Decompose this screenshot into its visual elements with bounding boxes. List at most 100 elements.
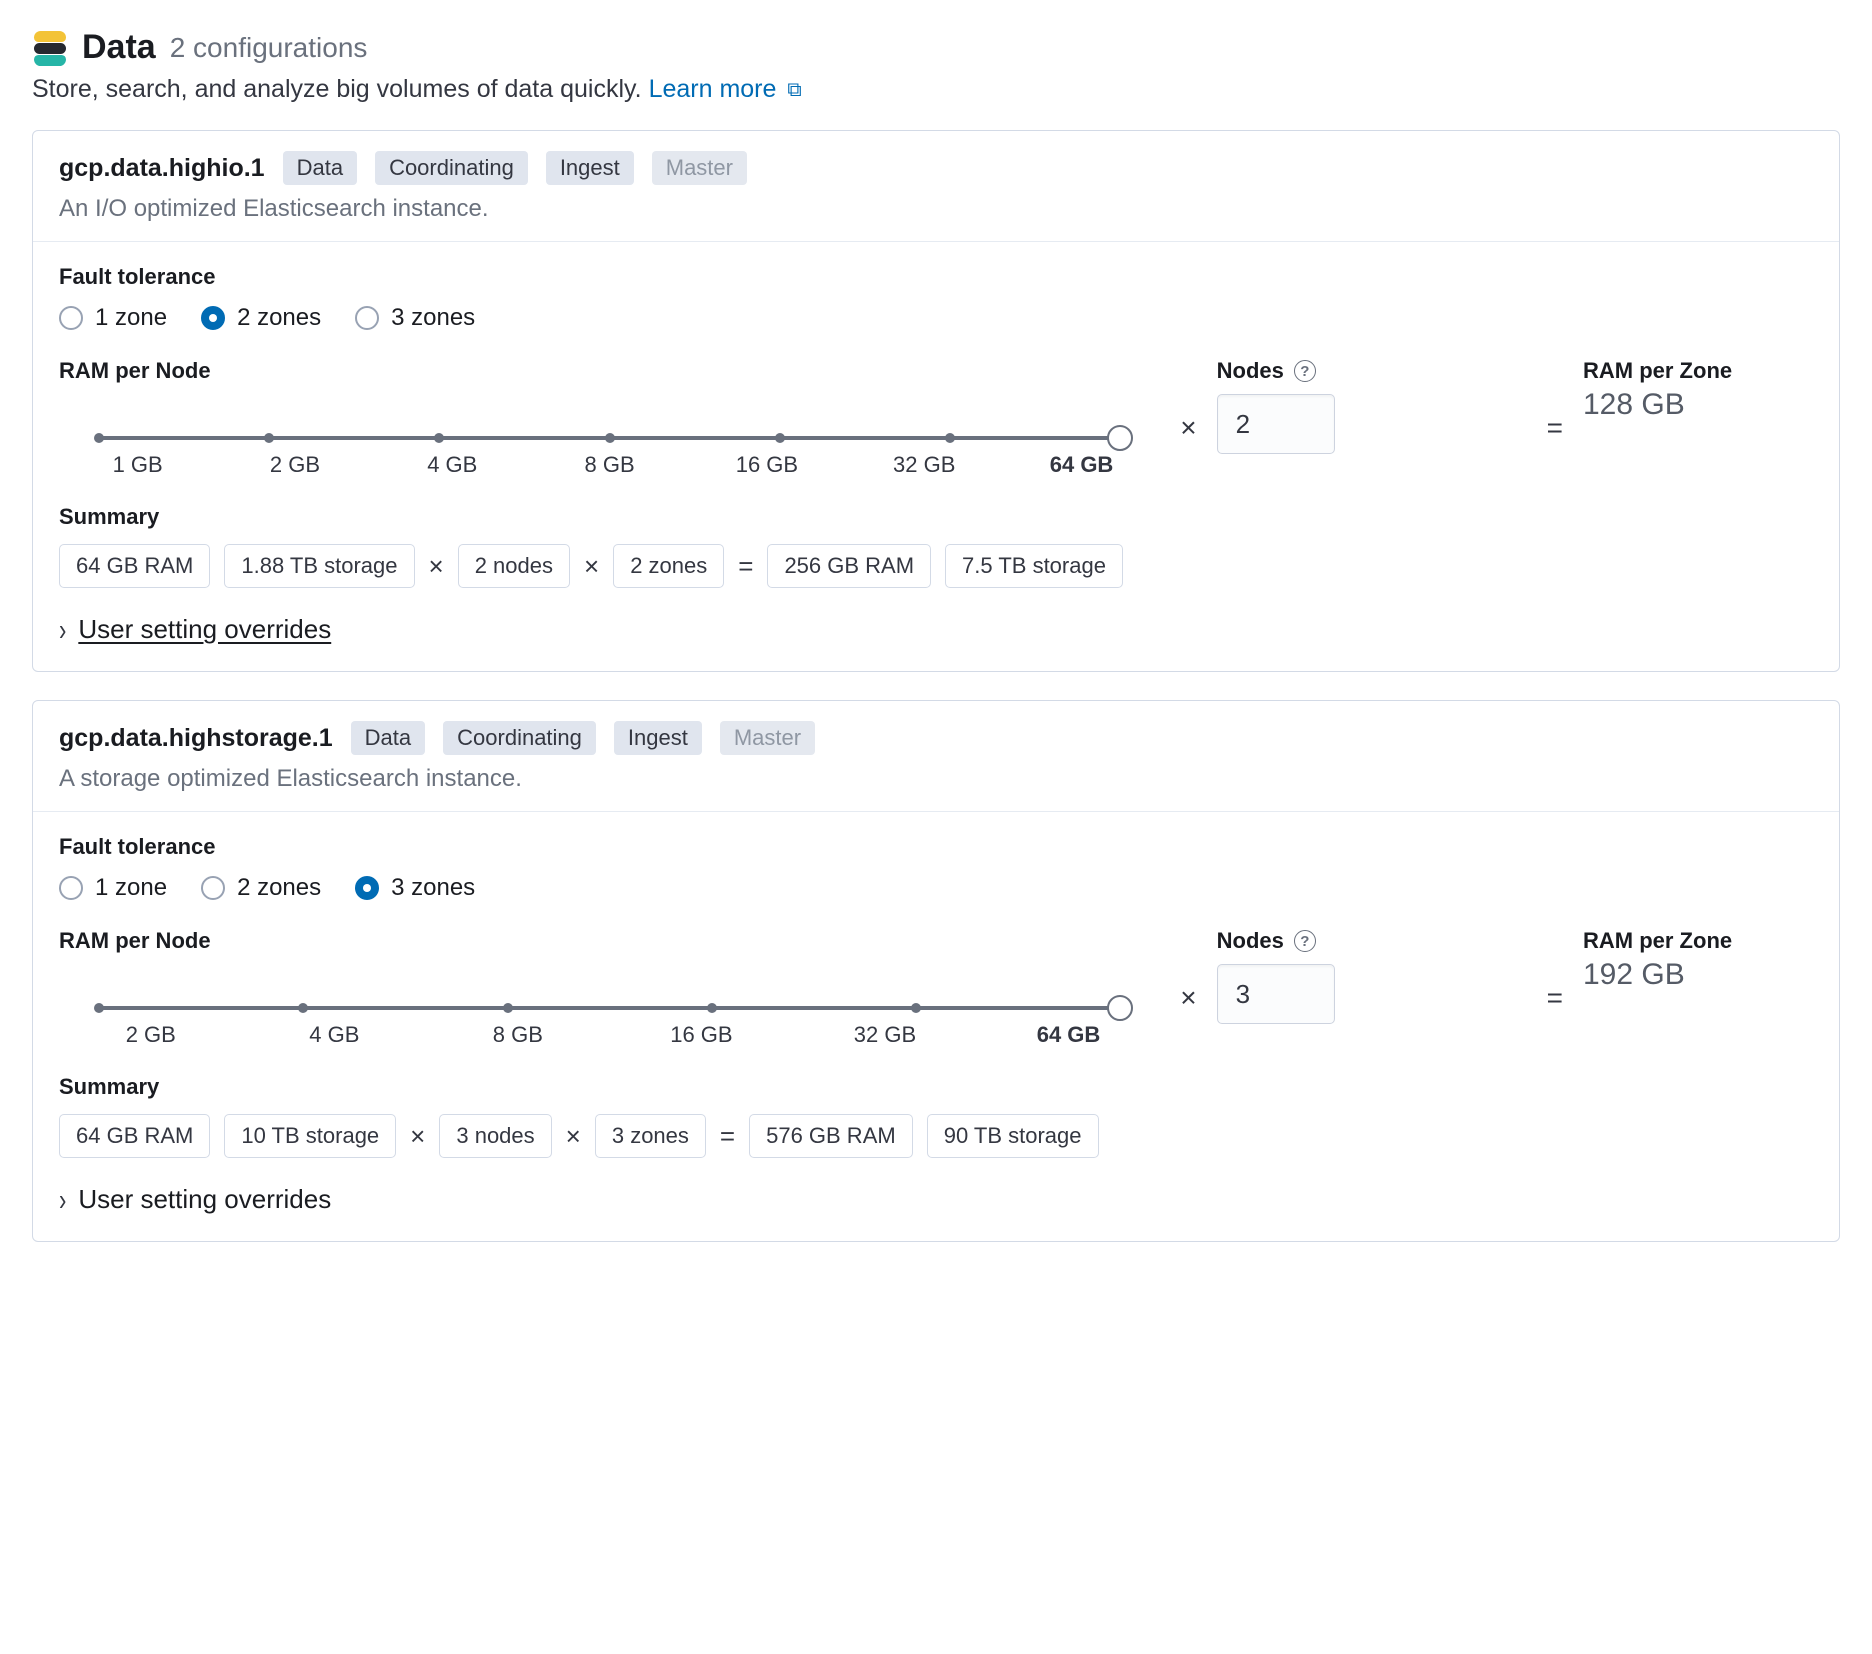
slider-value-label: 2 GB [216,452,373,478]
fault-tolerance-label: Fault tolerance [59,264,1813,290]
nodes-label: Nodes [1217,358,1284,384]
slider-tick-icon [434,433,444,443]
zone-radio-label: 2 zones [237,874,321,902]
help-icon[interactable]: ? [1294,360,1316,382]
slider-value-label: 16 GB [610,1022,794,1048]
slider-value-label: 16 GB [688,452,845,478]
summary-label: Summary [59,1074,1813,1100]
summary-storage-total: 90 TB storage [927,1114,1099,1158]
slider-tick-icon [503,1003,513,1013]
multiply-icon: × [1180,412,1196,444]
popout-icon: ⧉ [787,79,801,102]
zone-radio[interactable]: 3 zones [355,304,475,332]
page-subtitle-text: Store, search, and analyze big volumes o… [32,75,642,103]
slider-tick-icon [94,1003,104,1013]
equals-icon: = [720,1121,735,1152]
summary-label: Summary [59,504,1813,530]
nodes-input[interactable] [1217,394,1335,454]
zone-radio[interactable]: 3 zones [355,874,475,902]
multiply-icon: × [410,1121,425,1152]
slider-tick-icon [911,1003,921,1013]
role-badge: Ingest [614,721,702,755]
slider-value-label: 64 GB [1003,452,1160,478]
nodes-input[interactable] [1217,964,1335,1024]
slider-value-label: 2 GB [59,1022,243,1048]
summary-ram-each: 64 GB RAM [59,1114,210,1158]
radio-icon [201,876,225,900]
ram-per-zone-label: RAM per Zone [1583,358,1813,384]
summary-ram-total: 256 GB RAM [767,544,931,588]
radio-icon [59,306,83,330]
summary-nodes: 3 nodes [439,1114,551,1158]
zone-radio-label: 3 zones [391,874,475,902]
equals-icon: = [1547,412,1563,444]
role-badge: Master [652,151,747,185]
slider-value-label: 32 GB [846,452,1003,478]
zone-radio-label: 3 zones [391,304,475,332]
zone-radio[interactable]: 1 zone [59,304,167,332]
zone-radio-group: 1 zone 2 zones 3 zones [59,304,1813,332]
radio-icon [59,876,83,900]
multiply-icon: × [429,551,444,582]
help-icon[interactable]: ? [1294,930,1316,952]
summary-ram-each: 64 GB RAM [59,544,210,588]
nodes-label: Nodes [1217,928,1284,954]
ram-per-node-label: RAM per Node [59,358,1160,384]
slider-tick-icon [298,1003,308,1013]
summary-ram-total: 576 GB RAM [749,1114,913,1158]
slider-tick-icon [605,433,615,443]
chevron-right-icon: › [59,1181,66,1217]
user-setting-overrides-toggle[interactable]: › User setting overrides [59,614,1813,645]
radio-icon [355,876,379,900]
slider-tick-icon [707,1003,717,1013]
slider-value-label: 4 GB [374,452,531,478]
elastic-logo-icon [32,30,68,66]
overrides-label: User setting overrides [78,1184,331,1215]
slider-tick-icon [945,433,955,443]
zone-radio-label: 1 zone [95,304,167,332]
multiply-icon: × [1180,982,1196,1014]
role-badge: Data [351,721,425,755]
learn-more-text: Learn more [649,75,777,103]
zone-radio-label: 1 zone [95,874,167,902]
slider-thumb-icon[interactable] [1107,995,1133,1021]
slider-value-label: 8 GB [426,1022,610,1048]
multiply-icon: × [566,1121,581,1152]
slider-tick-icon [775,433,785,443]
role-badge: Ingest [546,151,634,185]
overrides-label: User setting overrides [78,614,331,645]
ram-per-zone-value: 192 GB [1583,958,1813,992]
ram-slider[interactable]: 2 GB4 GB8 GB16 GB32 GB64 GB [59,968,1160,1048]
summary-storage-each: 10 TB storage [224,1114,396,1158]
slider-tick-icon [94,433,104,443]
learn-more-link[interactable]: Learn more ⧉ [649,75,802,103]
zone-radio-group: 1 zone 2 zones 3 zones [59,874,1813,902]
ram-per-node-label: RAM per Node [59,928,1160,954]
equals-icon: = [738,551,753,582]
role-badge: Coordinating [375,151,528,185]
slider-value-label: 1 GB [59,452,216,478]
summary-storage-total: 7.5 TB storage [945,544,1123,588]
summary-zones: 3 zones [595,1114,706,1158]
radio-icon [201,306,225,330]
config-description: An I/O optimized Elasticsearch instance. [59,195,1813,223]
zone-radio[interactable]: 1 zone [59,874,167,902]
slider-thumb-icon[interactable] [1107,425,1133,451]
zone-radio[interactable]: 2 zones [201,874,321,902]
role-badge: Data [283,151,357,185]
config-title: gcp.data.highio.1 [59,154,265,183]
summary-nodes: 2 nodes [458,544,570,588]
config-title: gcp.data.highstorage.1 [59,724,333,753]
radio-icon [355,306,379,330]
slider-value-label: 32 GB [793,1022,977,1048]
zone-radio-label: 2 zones [237,304,321,332]
user-setting-overrides-toggle[interactable]: › User setting overrides [59,1184,1813,1215]
page-subtitle: Store, search, and analyze big volumes o… [32,75,1840,104]
zone-radio[interactable]: 2 zones [201,304,321,332]
summary-row: 64 GB RAM1.88 TB storage×2 nodes×2 zones… [59,544,1813,588]
ram-slider[interactable]: 1 GB2 GB4 GB8 GB16 GB32 GB64 GB [59,398,1160,478]
fault-tolerance-label: Fault tolerance [59,834,1813,860]
chevron-right-icon: › [59,611,66,647]
ram-per-zone-label: RAM per Zone [1583,928,1813,954]
config-panel: gcp.data.highstorage.1DataCoordinatingIn… [32,700,1840,1242]
